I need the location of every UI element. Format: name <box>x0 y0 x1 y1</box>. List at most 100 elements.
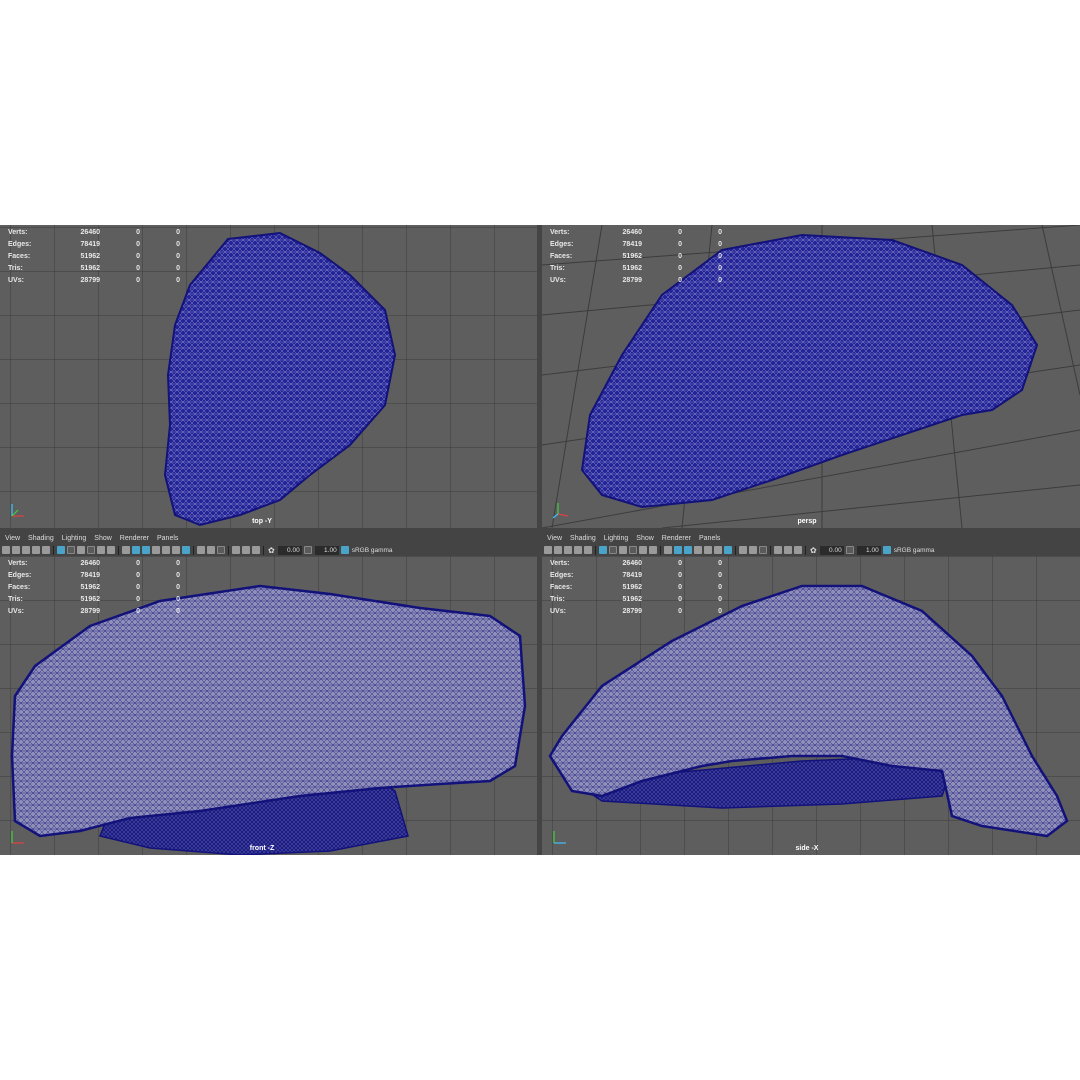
shadows-icon[interactable] <box>172 546 180 554</box>
separator <box>53 545 54 555</box>
camera-select-icon[interactable] <box>2 546 10 554</box>
gamma-icon[interactable] <box>303 546 312 554</box>
wireframe-on-shaded-icon[interactable] <box>684 546 692 554</box>
hud-row-tris: Tris: 51962 0 0 <box>8 596 180 603</box>
wireframe-icon[interactable] <box>664 546 672 554</box>
exposure-icon[interactable]: ✿ <box>268 546 275 555</box>
separator <box>660 545 661 555</box>
bookmark-icon[interactable] <box>22 546 30 554</box>
smooth-shade-icon[interactable] <box>132 546 140 554</box>
gamma-icon[interactable] <box>845 546 854 554</box>
xray-icon[interactable] <box>242 546 250 554</box>
hud-row-verts: Verts: 26460 0 0 <box>8 560 180 567</box>
color-space-label[interactable]: sRGB gamma <box>894 547 935 554</box>
hud-row-verts: Verts: 26460 0 0 <box>550 229 722 236</box>
resolution-gate-icon[interactable] <box>67 546 75 554</box>
field-chart-icon[interactable] <box>629 546 637 554</box>
safe-title-icon[interactable] <box>649 546 657 554</box>
xray-joints-icon[interactable] <box>252 546 260 554</box>
viewport-side[interactable]: Verts: 26460 0 0 Edges: 78419 0 0 Faces: 51962 0… <box>542 556 1080 855</box>
viewport-persp[interactable]: Verts: 26460 0 0 Edges: 78419 0 0 Faces: 51962 0… <box>542 225 1080 528</box>
menu-view[interactable]: View <box>547 535 562 542</box>
safe-action-icon[interactable] <box>97 546 105 554</box>
ambient-occlusion-icon[interactable] <box>724 546 732 554</box>
axis-gizmo-icon <box>11 831 24 844</box>
gamma-field[interactable]: 1.00 <box>314 545 339 555</box>
wireframe-icon[interactable] <box>122 546 130 554</box>
safe-action-icon[interactable] <box>639 546 647 554</box>
anti-aliasing-icon[interactable] <box>749 546 757 554</box>
hud-row-edges: Edges: 78419 0 0 <box>8 241 180 248</box>
viewport-top[interactable]: Verts: 26460 0 0 Edges: 78419 0 0 Faces: 51962 0… <box>0 225 537 528</box>
menu-lighting[interactable]: Lighting <box>62 535 87 542</box>
separator <box>735 545 736 555</box>
smooth-shade-icon[interactable] <box>674 546 682 554</box>
gate-mask-icon[interactable] <box>77 546 85 554</box>
menu-renderer[interactable]: Renderer <box>662 535 691 542</box>
image-plane-icon[interactable] <box>32 546 40 554</box>
viewport-front[interactable]: Verts: 26460 0 0 Edges: 78419 0 0 Faces: 51962 0… <box>0 556 537 855</box>
isolate-select-icon[interactable] <box>232 546 240 554</box>
use-lights-icon[interactable] <box>162 546 170 554</box>
image-plane-icon[interactable] <box>574 546 582 554</box>
menu-panels[interactable]: Panels <box>157 535 178 542</box>
color-space-label[interactable]: sRGB gamma <box>352 547 393 554</box>
camera-select-icon[interactable] <box>544 546 552 554</box>
hud-row-faces: Faces: 51962 0 0 <box>550 253 722 260</box>
grid-toggle-icon[interactable] <box>57 546 65 554</box>
xray-joints-icon[interactable] <box>794 546 802 554</box>
viewport-label: front -Z <box>249 845 275 852</box>
textured-icon[interactable] <box>152 546 160 554</box>
separator <box>805 545 806 555</box>
separator <box>595 545 596 555</box>
exposure-field[interactable]: 0.00 <box>277 545 302 555</box>
motion-blur-icon[interactable] <box>739 546 747 554</box>
axis-gizmo-icon <box>11 504 24 517</box>
textured-icon[interactable] <box>694 546 702 554</box>
viewport-label: persp <box>797 518 817 525</box>
field-chart-icon[interactable] <box>87 546 95 554</box>
camera-attributes-icon[interactable] <box>554 546 562 554</box>
gate-mask-icon[interactable] <box>619 546 627 554</box>
menu-shading[interactable]: Shading <box>28 535 54 542</box>
xray-icon[interactable] <box>784 546 792 554</box>
exposure-icon[interactable]: ✿ <box>810 546 817 555</box>
hud-row-tris: Tris: 51962 0 0 <box>550 596 722 603</box>
resolution-gate-icon[interactable] <box>609 546 617 554</box>
ambient-occlusion-icon[interactable] <box>182 546 190 554</box>
depth-of-field-icon[interactable] <box>759 546 767 554</box>
panel-menu-bar: View Shading Lighting Show Renderer Pane… <box>0 533 537 544</box>
color-management-icon[interactable] <box>340 546 349 554</box>
menu-show[interactable]: Show <box>94 535 112 542</box>
isolate-select-icon[interactable] <box>774 546 782 554</box>
bookmark-icon[interactable] <box>564 546 572 554</box>
film-gate-icon[interactable] <box>42 546 50 554</box>
camera-attributes-icon[interactable] <box>12 546 20 554</box>
film-gate-icon[interactable] <box>584 546 592 554</box>
menu-view[interactable]: View <box>5 535 20 542</box>
separator <box>770 545 771 555</box>
panel-menu-bar: View Shading Lighting Show Renderer Pane… <box>542 533 1080 544</box>
safe-title-icon[interactable] <box>107 546 115 554</box>
menu-shading[interactable]: Shading <box>570 535 596 542</box>
anti-aliasing-icon[interactable] <box>207 546 215 554</box>
use-lights-icon[interactable] <box>704 546 712 554</box>
menu-lighting[interactable]: Lighting <box>604 535 629 542</box>
wireframe-on-shaded-icon[interactable] <box>142 546 150 554</box>
separator <box>193 545 194 555</box>
gamma-field[interactable]: 1.00 <box>856 545 881 555</box>
color-management-icon[interactable] <box>882 546 891 554</box>
hud-row-verts: Verts: 26460 0 0 <box>8 229 180 236</box>
depth-of-field-icon[interactable] <box>217 546 225 554</box>
menu-renderer[interactable]: Renderer <box>120 535 149 542</box>
menu-show[interactable]: Show <box>636 535 654 542</box>
shadows-icon[interactable] <box>714 546 722 554</box>
hud-row-faces: Faces: 51962 0 0 <box>8 584 180 591</box>
hud-row-verts: Verts: 26460 0 0 <box>550 560 722 567</box>
menu-panels[interactable]: Panels <box>699 535 720 542</box>
exposure-field[interactable]: 0.00 <box>819 545 844 555</box>
hud-row-uvs: UVs: 28799 0 0 <box>8 608 180 615</box>
viewport-label: side -X <box>795 845 819 852</box>
motion-blur-icon[interactable] <box>197 546 205 554</box>
grid-toggle-icon[interactable] <box>599 546 607 554</box>
